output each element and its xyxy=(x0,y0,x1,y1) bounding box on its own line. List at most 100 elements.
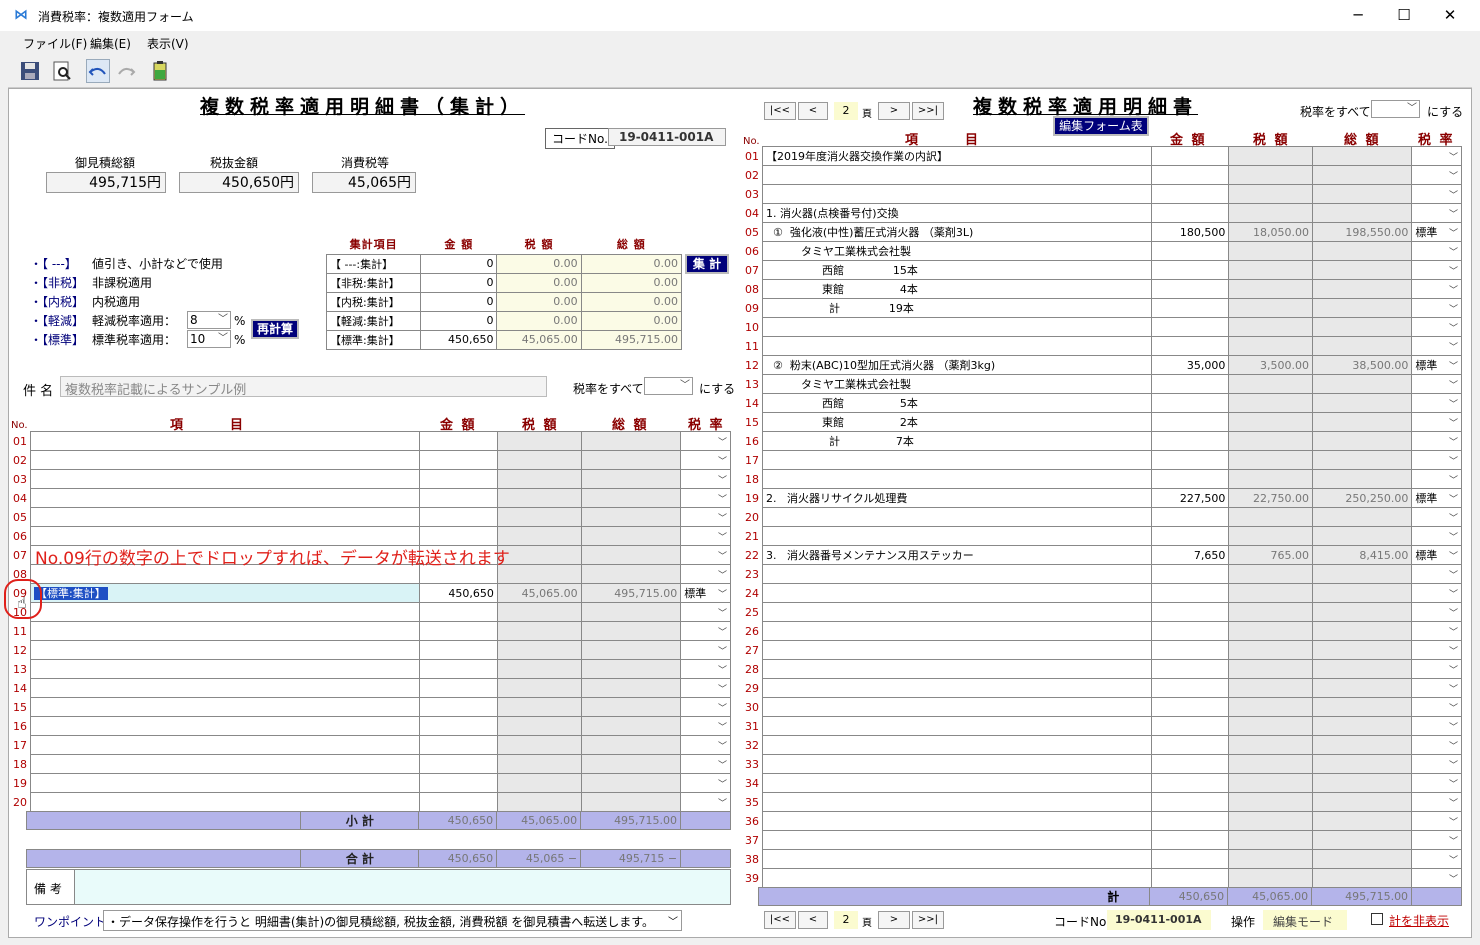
amount-cell[interactable] xyxy=(419,431,498,451)
item-cell[interactable] xyxy=(29,621,421,641)
item-cell[interactable]: 計 19本 xyxy=(762,298,1152,318)
item-cell[interactable]: 東館 4本 xyxy=(762,279,1152,299)
item-cell[interactable] xyxy=(762,165,1152,185)
row-number[interactable]: 13 xyxy=(10,660,31,679)
item-cell[interactable] xyxy=(29,735,421,755)
row-number[interactable]: 15 xyxy=(742,413,763,432)
rate-select[interactable]: ﹀ xyxy=(1411,811,1462,831)
row-number[interactable]: 35 xyxy=(742,793,763,812)
preview-icon[interactable] xyxy=(50,59,74,83)
rate-select[interactable]: ﹀ xyxy=(1411,602,1462,622)
rate-select[interactable]: ﹀ xyxy=(680,754,731,774)
item-cell[interactable]: 3. 消火器番号メンテナンス用ステッカー xyxy=(762,545,1152,565)
rate-select[interactable]: ﹀ xyxy=(680,678,731,698)
row-number[interactable]: 31 xyxy=(742,717,763,736)
row-number[interactable]: 27 xyxy=(742,641,763,660)
item-cell[interactable]: 西館 15本 xyxy=(762,260,1152,280)
shukei-button[interactable]: 集 計 xyxy=(685,254,729,274)
amount-cell[interactable]: 450,650 xyxy=(419,583,498,603)
item-cell[interactable] xyxy=(762,754,1152,774)
amount-cell[interactable] xyxy=(1150,374,1230,394)
item-cell[interactable] xyxy=(29,754,421,774)
hide-total-label[interactable]: 計を非表示 xyxy=(1389,912,1449,929)
item-cell[interactable] xyxy=(762,659,1152,679)
item-cell[interactable] xyxy=(762,792,1152,812)
menu-file[interactable]: ファイル(F) xyxy=(23,35,87,52)
rate-select[interactable]: ﹀ xyxy=(680,716,731,736)
rate-select[interactable]: ﹀ xyxy=(680,773,731,793)
item-cell[interactable]: 2. 消火器リサイクル処理費 xyxy=(762,488,1152,508)
item-cell[interactable] xyxy=(762,602,1152,622)
row-number[interactable]: 12 xyxy=(742,356,763,375)
rate-select[interactable]: ﹀ xyxy=(1411,336,1462,356)
amount-cell[interactable] xyxy=(1150,678,1230,698)
row-number[interactable]: 08 xyxy=(742,280,763,299)
recalc-button[interactable]: 再計算 xyxy=(251,319,299,339)
rate-select[interactable]: ﹀ xyxy=(680,792,731,812)
item-cell[interactable] xyxy=(29,469,421,489)
rate-select[interactable]: ﹀ xyxy=(1411,184,1462,204)
item-cell[interactable] xyxy=(29,431,421,451)
nav-prev-button[interactable]: < xyxy=(798,911,828,929)
row-number[interactable]: 13 xyxy=(742,375,763,394)
row-number[interactable]: 23 xyxy=(742,565,763,584)
row-number[interactable]: 16 xyxy=(10,717,31,736)
row-number[interactable]: 18 xyxy=(742,470,763,489)
amount-cell[interactable] xyxy=(1150,165,1230,185)
rate-select[interactable]: ﹀ xyxy=(1411,317,1462,337)
amount-cell[interactable] xyxy=(1150,602,1230,622)
rate-select[interactable]: ﹀ xyxy=(1411,146,1462,166)
row-number[interactable]: 11 xyxy=(10,622,31,641)
rate-select[interactable]: ﹀ xyxy=(680,564,731,584)
item-cell[interactable]: 【2019年度消火器交換作業の内訳】 xyxy=(762,146,1152,166)
row-number[interactable]: 37 xyxy=(742,831,763,850)
item-cell[interactable] xyxy=(762,868,1152,888)
item-cell[interactable] xyxy=(762,469,1152,489)
amount-cell[interactable] xyxy=(419,450,498,470)
rate-select[interactable]: ﹀ xyxy=(680,450,731,470)
amount-cell[interactable] xyxy=(1150,431,1230,451)
rate-select[interactable]: ﹀ xyxy=(1411,716,1462,736)
left-rate-all-select[interactable]: ﹀ xyxy=(644,377,693,395)
row-number[interactable]: 22 xyxy=(742,546,763,565)
item-cell[interactable] xyxy=(29,716,421,736)
nav-first-button[interactable]: |<< xyxy=(764,102,796,120)
row-number[interactable]: 29 xyxy=(742,679,763,698)
item-cell[interactable] xyxy=(29,659,421,679)
row-number[interactable]: 06 xyxy=(10,527,31,546)
item-cell[interactable]: ② 粉末(ABC)10型加圧式消火器 （薬剤3kg) xyxy=(762,355,1152,375)
rate-select[interactable]: ﹀ xyxy=(1411,412,1462,432)
rate-select[interactable]: ﹀ xyxy=(1411,374,1462,394)
rate-select[interactable]: ﹀ xyxy=(680,602,731,622)
item-cell[interactable] xyxy=(762,849,1152,869)
nav-next-button[interactable]: > xyxy=(878,102,910,120)
row-number[interactable]: 16 xyxy=(742,432,763,451)
amount-cell[interactable] xyxy=(1150,640,1230,660)
item-cell[interactable] xyxy=(762,450,1152,470)
row-number[interactable]: 32 xyxy=(742,736,763,755)
rate-select[interactable]: ﹀ xyxy=(1411,564,1462,584)
item-cell[interactable] xyxy=(29,602,421,622)
row-number[interactable]: 01 xyxy=(10,432,31,451)
row-number[interactable]: 14 xyxy=(742,394,763,413)
item-cell[interactable]: 西館 5本 xyxy=(762,393,1152,413)
rate-select[interactable]: 標準 ﹀ xyxy=(1411,545,1462,565)
item-cell[interactable] xyxy=(762,317,1152,337)
item-cell[interactable] xyxy=(29,697,421,717)
amount-cell[interactable] xyxy=(1150,336,1230,356)
item-cell[interactable] xyxy=(762,583,1152,603)
rate-select[interactable]: ﹀ xyxy=(1411,507,1462,527)
amount-cell[interactable]: 227,500 xyxy=(1150,488,1230,508)
row-number[interactable]: 10 xyxy=(742,318,763,337)
amount-cell[interactable] xyxy=(1150,279,1230,299)
nav-last-button[interactable]: >>| xyxy=(912,911,944,929)
rate-select[interactable]: ﹀ xyxy=(1411,469,1462,489)
row-number[interactable]: 09 xyxy=(742,299,763,318)
row-number[interactable]: 02 xyxy=(10,451,31,470)
item-cell[interactable]: 【標準:集計】 xyxy=(29,583,421,603)
rate-select[interactable]: ﹀ xyxy=(1411,165,1462,185)
amount-cell[interactable] xyxy=(1150,716,1230,736)
item-cell[interactable]: 東館 2本 xyxy=(762,412,1152,432)
nav-next-button[interactable]: > xyxy=(878,911,910,929)
item-cell[interactable] xyxy=(762,184,1152,204)
